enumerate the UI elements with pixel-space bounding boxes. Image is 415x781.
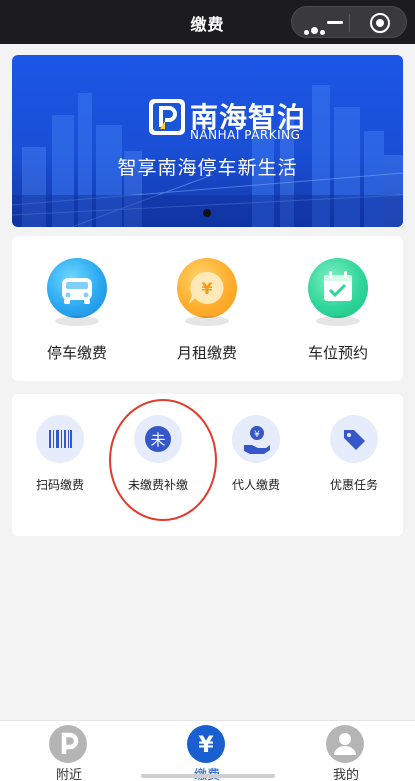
minimize-button[interactable] xyxy=(320,7,350,37)
carousel-indicator[interactable] xyxy=(203,209,211,217)
yuan-coin-icon: ¥ xyxy=(177,258,237,326)
mini-program-capsule xyxy=(291,6,407,38)
car-icon xyxy=(47,258,107,326)
svg-text:¥: ¥ xyxy=(254,430,260,440)
user-icon xyxy=(326,725,364,763)
close-button[interactable] xyxy=(350,7,407,37)
brand-name-en: NANHAI PARKING xyxy=(190,128,301,142)
nav-bar: 缴费 xyxy=(0,0,415,44)
service-discount-tasks[interactable]: 优惠任务 xyxy=(306,394,402,536)
service-label: 月租缴费 xyxy=(176,344,237,362)
tab-label: 附近 xyxy=(55,768,82,781)
main-services-card: 停车缴费 ¥ 月租缴费 车位预约 xyxy=(12,236,403,381)
banner-slogan: 智享南海停车新生活 xyxy=(117,157,298,179)
service-label: 代人缴费 xyxy=(231,478,280,492)
home-indicator xyxy=(141,774,275,778)
service-parking-payment[interactable]: 停车缴费 xyxy=(12,236,142,381)
hand-yuan-icon: ¥ xyxy=(232,415,280,463)
target-circle-icon xyxy=(370,13,390,33)
service-label: 优惠任务 xyxy=(329,478,378,492)
highlight-annotation-circle xyxy=(109,399,217,521)
promo-banner[interactable]: 南海智泊 NANHAI PARKING 智享南海停车新生活 xyxy=(12,55,403,227)
yuan-glyph: ¥ xyxy=(198,733,214,758)
bottom-tab-bar: 附近 ¥ 缴费 我的 xyxy=(0,720,415,781)
tab-payment[interactable]: ¥ 缴费 xyxy=(138,721,276,781)
tag-icon xyxy=(330,415,378,463)
tab-label: 缴费 xyxy=(138,764,276,781)
service-proxy-payment[interactable]: ¥ 代人缴费 xyxy=(208,394,304,536)
svg-text:¥: ¥ xyxy=(201,279,212,298)
service-label: 车位预约 xyxy=(307,344,368,362)
tab-mine[interactable]: 我的 xyxy=(277,721,415,781)
barcode-icon xyxy=(36,415,84,463)
minus-icon xyxy=(327,21,343,24)
tab-label: 我的 xyxy=(332,768,359,781)
service-label: 停车缴费 xyxy=(46,344,107,362)
service-scan-pay[interactable]: 扫码缴费 xyxy=(12,394,108,536)
p-parking-icon xyxy=(149,99,185,135)
service-monthly-payment[interactable]: ¥ 月租缴费 xyxy=(142,236,272,381)
service-space-reservation[interactable]: 车位预约 xyxy=(273,236,403,381)
yuan-icon: ¥ xyxy=(187,725,225,763)
tab-nearby[interactable]: 附近 xyxy=(0,721,138,781)
calendar-check-icon xyxy=(308,258,368,326)
p-parking-icon xyxy=(49,725,87,763)
service-label: 扫码缴费 xyxy=(35,478,84,492)
